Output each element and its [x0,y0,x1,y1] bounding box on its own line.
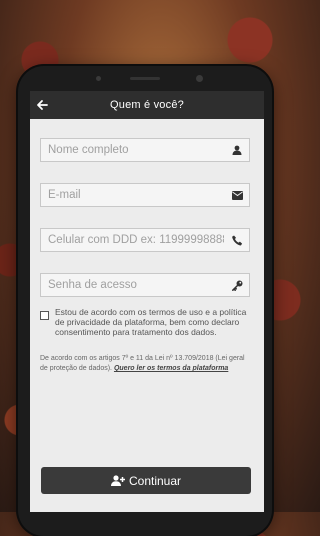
phone-icon [231,234,243,246]
header-bar: Quem é você? [30,91,264,119]
name-field[interactable] [40,138,250,162]
email-field[interactable] [40,183,250,207]
key-icon [231,279,243,291]
user-icon [231,144,243,156]
email-input[interactable] [41,184,231,206]
consent-row: Estou de acordo com os termos de uso e a… [40,307,254,337]
terms-link[interactable]: Quero ler os termos da plataforma [114,365,228,372]
legal-notice: De acordo com os artigos 7º e 11 da Lei … [40,354,254,374]
continue-label: Continuar [128,473,182,488]
phone-speaker [130,77,160,80]
name-input[interactable] [41,139,231,161]
user-plus-icon [110,475,125,486]
front-camera [196,75,203,82]
consent-checkbox[interactable] [40,311,49,320]
continue-button[interactable]: Continuar [41,467,251,494]
sensor-dot [96,76,101,81]
app-screen: Quem é você? Estou de acordo com os term… [30,91,264,512]
consent-text: Estou de acordo com os termos de uso e a… [55,307,247,337]
password-field[interactable] [40,273,250,297]
phone-field[interactable] [40,228,250,252]
envelope-icon [231,189,243,201]
arrow-left-icon[interactable] [35,98,49,112]
phone-input[interactable] [41,229,231,251]
password-input[interactable] [41,274,231,296]
page-title: Quem é você? [110,99,184,111]
